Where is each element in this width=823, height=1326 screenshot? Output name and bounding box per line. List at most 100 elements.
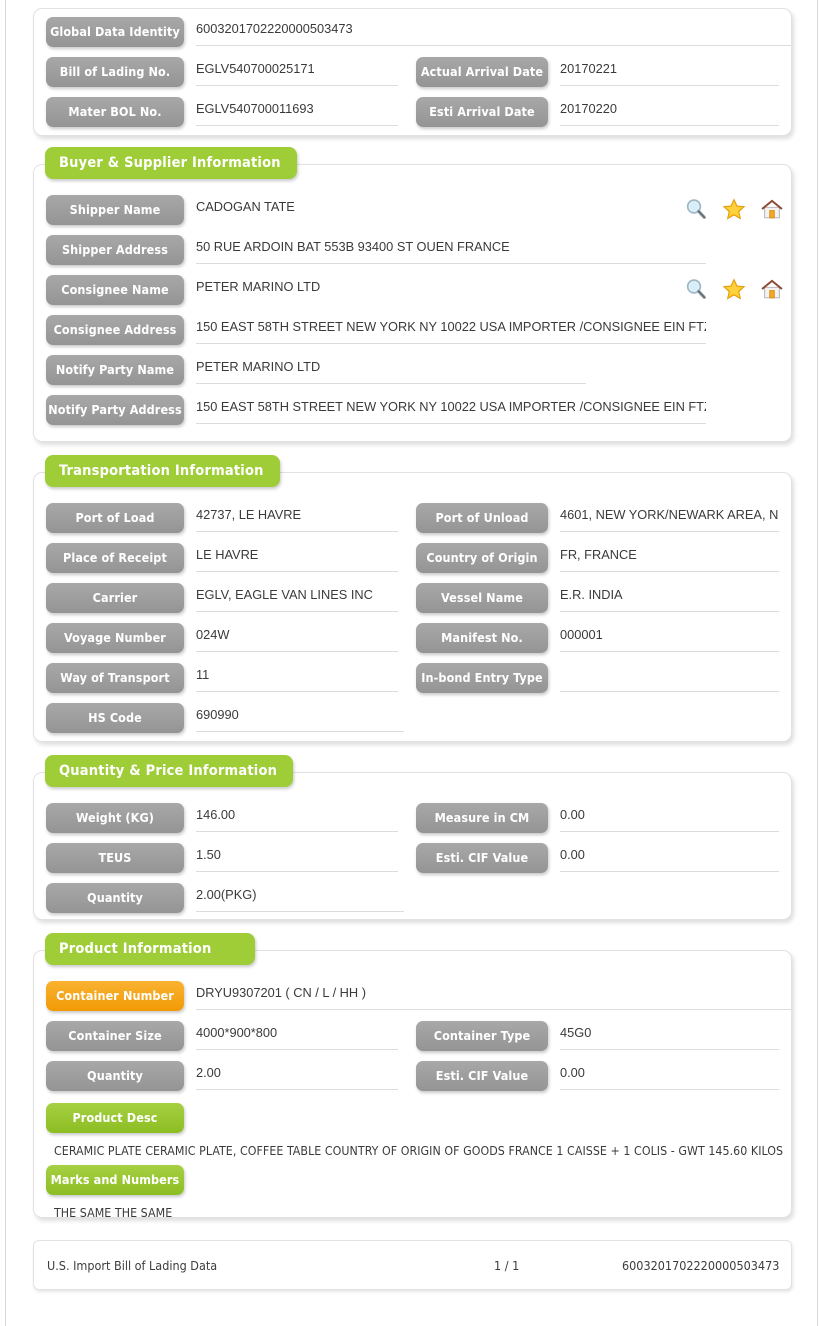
- field-value[interactable]: EGLV, EAGLE VAN LINES INC: [196, 583, 398, 612]
- field-shipper-name: Shipper Name CADOGAN TATE: [46, 195, 471, 225]
- field-product-quantity: Quantity 2.00: [46, 1061, 398, 1091]
- field-label: Esti Arrival Date: [416, 97, 548, 127]
- quantity-price-card: Quantity & Price Information Weight (KG)…: [33, 755, 792, 920]
- field-value[interactable]: FR, FRANCE: [560, 543, 779, 572]
- field-label: Bill of Lading No.: [46, 57, 184, 87]
- field-label: Consignee Name: [46, 275, 184, 305]
- field-value[interactable]: 11: [196, 663, 398, 692]
- field-label: Shipper Address: [46, 235, 184, 265]
- field-row: Shipper Address 50 RUE ARDOIN BAT 553B 9…: [34, 235, 791, 275]
- field-value[interactable]: CADOGAN TATE: [196, 195, 471, 224]
- field-value[interactable]: 50 RUE ARDOIN BAT 553B 93400 ST OUEN FRA…: [196, 235, 706, 264]
- field-quantity: Quantity 2.00(PKG): [46, 883, 404, 913]
- field-value[interactable]: PETER MARINO LTD: [196, 355, 586, 384]
- field-label: Port of Load: [46, 503, 184, 533]
- field-port-of-unload: Port of Unload 4601, NEW YORK/NEWARK ARE…: [416, 503, 779, 533]
- field-value[interactable]: 1.50: [196, 843, 398, 872]
- field-value[interactable]: 0.00: [560, 843, 779, 872]
- field-value[interactable]: PETER MARINO LTD: [196, 275, 471, 304]
- field-notify-party-address: Notify Party Address 150 EAST 58TH STREE…: [46, 395, 706, 425]
- product-desc-label: Product Desc: [46, 1103, 184, 1133]
- field-esti-cif-value: Esti. CIF Value 0.00: [416, 843, 779, 873]
- search-icon[interactable]: [684, 277, 708, 301]
- field-voyage-number: Voyage Number 024W: [46, 623, 398, 653]
- field-value[interactable]: 0.00: [560, 803, 779, 832]
- field-product-esti-cif-value: Esti. CIF Value 0.00: [416, 1061, 779, 1091]
- field-row: Place of Receipt LE HAVRE Country of Ori…: [34, 543, 791, 583]
- field-value[interactable]: 2.00(PKG): [196, 883, 404, 912]
- field-measure-in-cm: Measure in CM 0.00: [416, 803, 779, 833]
- field-value[interactable]: EGLV540700025171: [196, 57, 398, 86]
- field-hs-code: HS Code 690990: [46, 703, 404, 733]
- field-label: Country of Origin: [416, 543, 548, 573]
- section-header-transportation: Transportation Information: [45, 455, 280, 487]
- star-icon[interactable]: [722, 197, 746, 221]
- section-header-product: Product Information: [45, 933, 255, 965]
- consignee-actions: [684, 277, 784, 301]
- field-label: Consignee Address: [46, 315, 184, 345]
- home-icon[interactable]: [760, 277, 784, 301]
- footer-source: U.S. Import Bill of Lading Data: [47, 1257, 218, 1273]
- field-label: Measure in CM: [416, 803, 548, 833]
- star-icon[interactable]: [722, 277, 746, 301]
- field-value[interactable]: 690990: [196, 703, 404, 732]
- field-value[interactable]: 000001: [560, 623, 779, 652]
- field-value[interactable]: LE HAVRE: [196, 543, 398, 572]
- field-row: Mater BOL No. EGLV540700011693 Esti Arri…: [34, 97, 791, 137]
- field-row: Global Data Identity 6003201702220000503…: [34, 17, 791, 57]
- field-label: Voyage Number: [46, 623, 184, 653]
- field-shipper-address: Shipper Address 50 RUE ARDOIN BAT 553B 9…: [46, 235, 706, 265]
- field-value[interactable]: E.R. INDIA: [560, 583, 779, 612]
- field-row: Port of Load 42737, LE HAVRE Port of Unl…: [34, 503, 791, 543]
- footer-page-number: 1 / 1: [494, 1257, 520, 1273]
- home-icon[interactable]: [760, 197, 784, 221]
- marks-and-numbers-text: THE SAME THE SAME: [54, 1206, 173, 1220]
- shipper-actions: [684, 197, 784, 221]
- field-label: Carrier: [46, 583, 184, 613]
- field-value[interactable]: 42737, LE HAVRE: [196, 503, 398, 532]
- field-label: Notify Party Name: [46, 355, 184, 385]
- field-label: Vessel Name: [416, 583, 548, 613]
- field-value[interactable]: 150 EAST 58TH STREET NEW YORK NY 10022 U…: [196, 395, 706, 424]
- field-container-size: Container Size 4000*900*800: [46, 1021, 398, 1051]
- field-value[interactable]: 45G0: [560, 1021, 779, 1050]
- field-row: Quantity 2.00 Esti. CIF Value 0.00: [34, 1061, 791, 1101]
- field-value[interactable]: 150 EAST 58TH STREET NEW YORK NY 10022 U…: [196, 315, 706, 344]
- field-weight-kg: Weight (KG) 146.00: [46, 803, 398, 833]
- field-way-of-transport: Way of Transport 11: [46, 663, 398, 693]
- search-icon[interactable]: [684, 197, 708, 221]
- bill-of-lading-page: Global Data Identity 6003201702220000503…: [0, 0, 823, 1290]
- product-desc-label-wrap: Product Desc: [46, 1103, 791, 1138]
- field-port-of-load: Port of Load 42737, LE HAVRE: [46, 503, 398, 533]
- field-label: Esti. CIF Value: [416, 843, 548, 873]
- field-in-bond-entry-type: In-bond Entry Type: [416, 663, 779, 693]
- field-label: Actual Arrival Date: [416, 57, 548, 87]
- field-value[interactable]: 024W: [196, 623, 398, 652]
- marks-and-numbers-label: Marks and Numbers: [46, 1165, 184, 1195]
- field-label: Quantity: [46, 1061, 184, 1091]
- field-carrier: Carrier EGLV, EAGLE VAN LINES INC: [46, 583, 398, 613]
- field-row: Shipper Name CADOGAN TATE: [34, 195, 791, 235]
- marks-label-wrap: Marks and Numbers: [46, 1165, 791, 1200]
- field-label: Esti. CIF Value: [416, 1061, 548, 1091]
- field-value[interactable]: 4000*900*800: [196, 1021, 398, 1050]
- field-value[interactable]: 4601, NEW YORK/NEWARK AREA, NEWARK, NJ: [560, 503, 779, 532]
- field-label: Container Number: [46, 981, 184, 1011]
- field-value[interactable]: 0.00: [560, 1061, 779, 1090]
- field-consignee-address: Consignee Address 150 EAST 58TH STREET N…: [46, 315, 706, 345]
- field-value[interactable]: DRYU9307201 ( CN / L / HH ): [196, 981, 791, 1010]
- field-row: TEUS 1.50 Esti. CIF Value 0.00: [34, 843, 791, 883]
- footer-reference: 6003201702220000503473: [622, 1257, 780, 1273]
- field-label: Weight (KG): [46, 803, 184, 833]
- field-value[interactable]: EGLV540700011693: [196, 97, 398, 126]
- field-consignee-name: Consignee Name PETER MARINO LTD: [46, 275, 471, 305]
- field-value[interactable]: 20170221: [560, 57, 779, 86]
- field-value[interactable]: [560, 663, 779, 692]
- field-value[interactable]: 20170220: [560, 97, 779, 126]
- field-row: Container Number DRYU9307201 ( CN / L / …: [34, 981, 791, 1021]
- field-vessel-name: Vessel Name E.R. INDIA: [416, 583, 779, 613]
- field-value[interactable]: 146.00: [196, 803, 398, 832]
- field-place-of-receipt: Place of Receipt LE HAVRE: [46, 543, 398, 573]
- field-value[interactable]: 2.00: [196, 1061, 398, 1090]
- field-value[interactable]: 6003201702220000503473: [196, 17, 791, 46]
